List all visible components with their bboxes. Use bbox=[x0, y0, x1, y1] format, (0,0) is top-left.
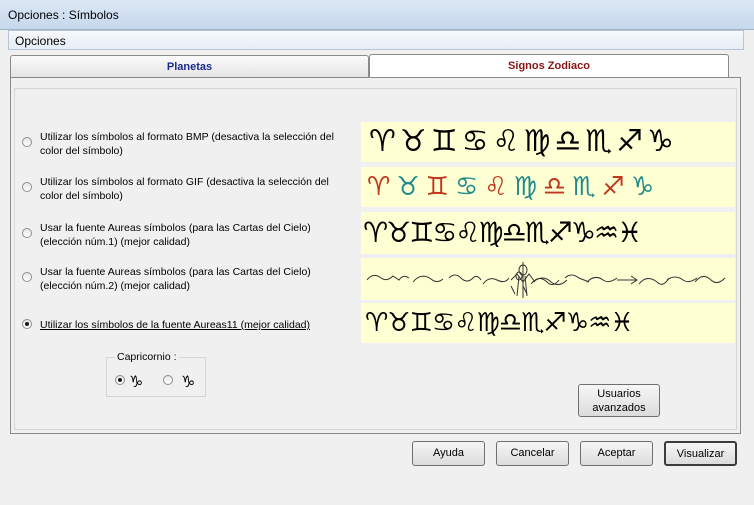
option-bmp-label: Utilizar los símbolos al formato BMP (de… bbox=[40, 131, 334, 157]
radio-aureas11[interactable] bbox=[22, 319, 32, 329]
option-gif-label: Utilizar los símbolos al formato GIF (de… bbox=[40, 176, 329, 202]
capricorn-symbol-2: ♑ bbox=[181, 372, 196, 391]
view-button[interactable]: Visualizar bbox=[664, 441, 737, 466]
radio-bmp[interactable] bbox=[22, 137, 32, 147]
accept-button[interactable]: Aceptar bbox=[580, 441, 653, 466]
capricornio-legend: Capricornio : bbox=[115, 351, 179, 363]
option-aureas-2-label: Usar la fuente Aureas símbolos (para las… bbox=[40, 266, 311, 292]
help-button[interactable]: Ayuda bbox=[412, 441, 485, 466]
option-aureas11-label: Utilizar los símbolos de la fuente Aurea… bbox=[40, 319, 311, 331]
aureas-1-glyph-preview: ♈♉♊♋♌♍♎♏♐♑♒♓ bbox=[361, 212, 735, 254]
capricornio-radio-2[interactable] bbox=[163, 375, 173, 385]
menu-opciones[interactable]: Opciones bbox=[15, 34, 66, 48]
menu-bar: Opciones bbox=[8, 30, 744, 50]
aureas-2-figure-preview bbox=[361, 258, 735, 300]
tab-signos-zodiaco[interactable]: Signos Zodiaco bbox=[369, 54, 729, 78]
gif-glyph-preview: ♈ ♉ ♊ ♋ ♌ ♍ ♎ ♏ ♐ ♑ bbox=[361, 167, 735, 207]
aureas11-glyph-preview: ♈♉♊♋♌♍♎♏♐♑♒♓ bbox=[361, 303, 735, 343]
aureas11-glyphs: ♈♉♊♋♌♍♎♏♐♑♒♓ bbox=[365, 308, 634, 338]
cancel-button[interactable]: Cancelar bbox=[496, 441, 569, 466]
bmp-glyph-preview: ♈♉♊♋♌♍♎♏♐♑ bbox=[361, 122, 735, 162]
capricorn-symbol-1: ♑ bbox=[129, 372, 144, 391]
window-title: Opciones : Símbolos bbox=[8, 8, 119, 22]
title-bar: Opciones : Símbolos bbox=[0, 0, 754, 30]
advanced-users-line1: Usuarios bbox=[597, 388, 641, 400]
advanced-users-line2: avanzados bbox=[592, 402, 646, 414]
capricornio-radio-1[interactable] bbox=[115, 375, 125, 385]
radio-aureas-1[interactable] bbox=[22, 228, 32, 238]
option-aureas-1-label: Usar la fuente Aureas símbolos (para las… bbox=[40, 222, 311, 248]
tab-planetas[interactable]: Planetas bbox=[10, 55, 369, 77]
bmp-glyphs: ♈♉♊♋♌♍♎♏♐♑ bbox=[369, 124, 678, 159]
radio-aureas-2[interactable] bbox=[22, 272, 32, 282]
radio-gif[interactable] bbox=[22, 182, 32, 192]
aureas-1-glyphs: ♈♉♊♋♌♍♎♏♐♑♒♓ bbox=[363, 216, 642, 249]
capricornio-group: Capricornio : ♑ ♑ bbox=[106, 351, 206, 397]
gif-glyphs: ♈ ♉ ♊ ♋ ♌ ♍ ♎ ♏ ♐ ♑ bbox=[367, 172, 655, 202]
advanced-users-button[interactable]: Usuarios avanzados bbox=[578, 384, 660, 417]
zodiac-figures-illustration bbox=[366, 262, 726, 298]
